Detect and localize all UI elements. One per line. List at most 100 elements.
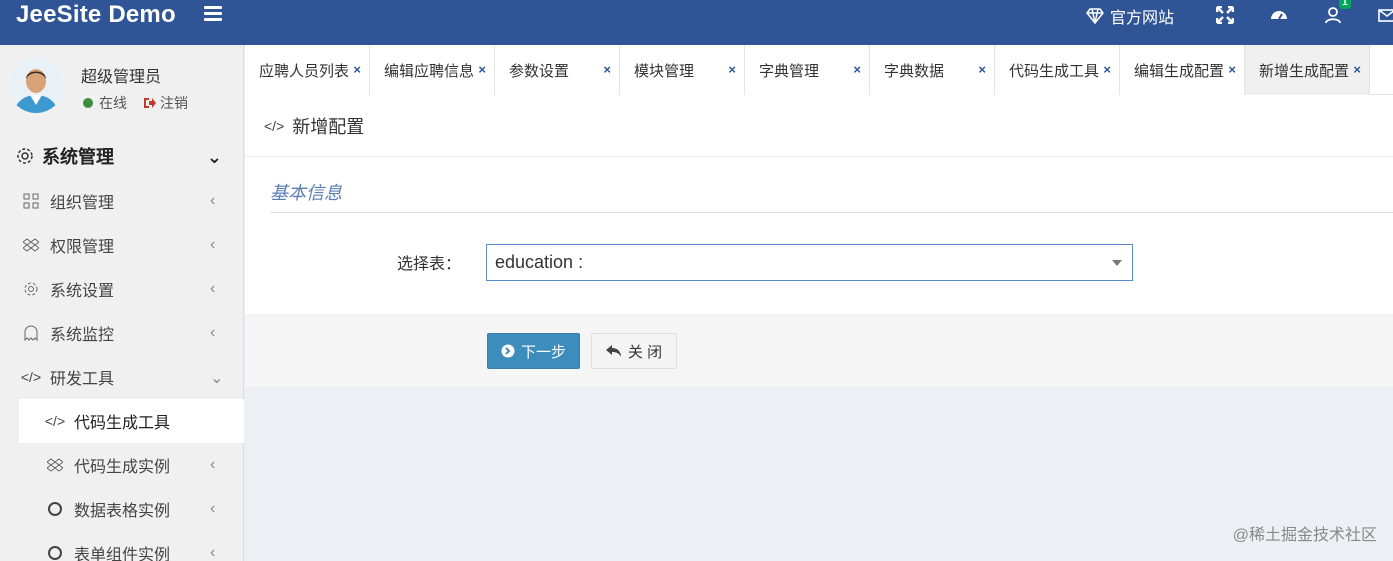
menu-header-system[interactable]: 系统管理 ⌄: [0, 133, 244, 179]
sidebar-item-monitor[interactable]: 系统监控 ‹: [0, 311, 244, 355]
page-title: 新增配置: [292, 116, 365, 137]
tab-label: 模块管理: [634, 62, 695, 80]
section-divider: [270, 212, 1393, 213]
table-select[interactable]: education :: [486, 244, 1133, 281]
chevron-left-icon: ‹: [210, 456, 216, 473]
app-brand[interactable]: JeeSite Demo: [16, 0, 176, 30]
chevron-left-icon: ‹: [210, 280, 216, 297]
sidebar-item-form-example[interactable]: 表单组件实例 ‹: [0, 531, 244, 561]
sidebar: 超级管理员 在线 注销 系统管理 ⌄ 组织管理 ‹ 权限管理 ‹ 系统设置 ‹ …: [0, 45, 244, 561]
tab-applicant-list[interactable]: 应聘人员列表 ×: [245, 45, 370, 95]
logout-label: 注销: [160, 95, 188, 111]
dropbox-icon: [46, 456, 64, 474]
chevron-left-icon: ‹: [210, 192, 216, 209]
caret-down-icon: [1112, 260, 1122, 266]
tab-label: 编辑生成配置: [1134, 62, 1225, 80]
close-icon[interactable]: ×: [1228, 62, 1236, 77]
form-actions: [245, 314, 1393, 387]
sidebar-item-label: 表单组件实例: [74, 547, 171, 561]
menu-header-label: 系统管理: [42, 147, 114, 167]
sign-out-icon: [144, 98, 156, 108]
close-icon[interactable]: ×: [978, 62, 986, 77]
sidebar-item-devtools[interactable]: </> 研发工具 ⌄: [0, 355, 244, 399]
close-icon[interactable]: ×: [353, 62, 361, 77]
logout-link[interactable]: 注销: [143, 93, 188, 113]
close-button[interactable]: 关 闭: [591, 333, 677, 369]
chevron-left-icon: ‹: [210, 236, 216, 253]
official-site-link[interactable]: 官方网站: [1086, 4, 1174, 28]
sidebar-item-label: 组织管理: [50, 195, 115, 212]
official-site-label: 官方网站: [1110, 10, 1175, 27]
user-name: 超级管理员: [81, 69, 162, 86]
tab-param-settings[interactable]: 参数设置 ×: [495, 45, 620, 95]
close-icon[interactable]: ×: [728, 62, 736, 77]
sidebar-item-label: 系统设置: [50, 283, 115, 300]
sidebar-item-label: 代码生成实例: [74, 459, 171, 476]
tab-module-manage[interactable]: 模块管理 ×: [620, 45, 745, 95]
sidebar-item-org[interactable]: 组织管理 ‹: [0, 179, 244, 223]
avatar[interactable]: [8, 57, 64, 113]
user-status: 在线 注销: [83, 93, 188, 113]
circle-icon: [46, 500, 64, 518]
box-header: </> 新增配置: [245, 95, 1393, 157]
tab-label: 字典数据: [884, 62, 945, 80]
sidebar-item-codegen-example[interactable]: 代码生成实例 ‹: [0, 443, 244, 487]
table-select-label: 选择表：: [397, 256, 462, 273]
sidebar-item-label: 权限管理: [50, 239, 115, 256]
user-avatar-icon: [8, 57, 64, 113]
chevron-left-icon: ‹: [210, 500, 216, 517]
tab-label: 字典管理: [759, 62, 820, 80]
tab-label: 编辑应聘信息: [384, 62, 475, 80]
reply-icon: [605, 345, 621, 357]
sidebar-item-permission[interactable]: 权限管理 ‹: [0, 223, 244, 267]
status-text: 在线: [99, 95, 127, 111]
sidebar-item-datatable-example[interactable]: 数据表格实例 ‹: [0, 487, 244, 531]
sidebar-menu: 系统管理 ⌄ 组织管理 ‹ 权限管理 ‹ 系统设置 ‹ 系统监控 ‹ </> 研…: [0, 133, 244, 561]
gear-icon: [22, 280, 40, 298]
close-icon[interactable]: ×: [1353, 62, 1361, 77]
chevron-left-icon: ‹: [210, 324, 216, 341]
section-title: 基本信息: [270, 183, 342, 203]
next-step-button[interactable]: 下一步: [487, 333, 580, 369]
tab-bar: 应聘人员列表 × 编辑应聘信息 × 参数设置 × 模块管理 × 字典管理 × 字典数据 × …: [245, 45, 1393, 95]
ghost-icon: [22, 324, 40, 342]
sidebar-item-label: 研发工具: [50, 371, 115, 388]
close-label: 关 闭: [627, 343, 663, 361]
dashboard-icon[interactable]: [1270, 6, 1288, 24]
tab-codegen-tool[interactable]: 代码生成工具 ×: [995, 45, 1120, 95]
grid-icon: [22, 192, 40, 210]
main-content: </> 新增配置 基本信息 选择表： education : 下一步 关 闭: [245, 95, 1393, 561]
diamond-icon: [1086, 8, 1104, 24]
code-icon: </>: [264, 117, 285, 134]
table-select-value: education :: [495, 252, 584, 272]
close-icon[interactable]: ×: [853, 62, 861, 77]
close-icon[interactable]: ×: [603, 62, 611, 77]
watermark: @稀土掘金技术社区: [1232, 527, 1377, 544]
chevron-left-icon: ‹: [210, 544, 216, 561]
gear-icon: [17, 148, 33, 164]
close-icon[interactable]: ×: [1103, 62, 1111, 77]
sidebar-item-label: 代码生成工具: [74, 415, 171, 432]
sidebar-item-settings[interactable]: 系统设置 ‹: [0, 267, 244, 311]
arrow-circle-right-icon: [501, 344, 515, 358]
tab-edit-applicant[interactable]: 编辑应聘信息 ×: [370, 45, 495, 95]
fullscreen-icon[interactable]: [1216, 6, 1234, 24]
user-notification-icon[interactable]: [1324, 6, 1342, 24]
tab-label: 参数设置: [509, 62, 570, 80]
tab-label: 应聘人员列表: [259, 62, 350, 80]
chevron-down-icon: ⌄: [206, 147, 222, 167]
tab-new-gen-config[interactable]: 新增生成配置 ×: [1245, 45, 1370, 95]
close-icon[interactable]: ×: [478, 62, 486, 77]
tab-label: 代码生成工具: [1009, 62, 1100, 80]
next-step-label: 下一步: [520, 343, 566, 361]
code-icon: </>: [20, 369, 42, 385]
mail-icon[interactable]: [1378, 6, 1393, 24]
menu-toggle-icon[interactable]: [204, 6, 222, 22]
sidebar-item-codegen[interactable]: </> 代码生成工具: [19, 399, 244, 443]
sidebar-item-label: 系统监控: [50, 327, 115, 344]
dropbox-icon: [22, 236, 40, 254]
tab-dict-manage[interactable]: 字典管理 ×: [745, 45, 870, 95]
tab-edit-gen-config[interactable]: 编辑生成配置 ×: [1120, 45, 1245, 95]
user-panel: 超级管理员 在线 注销: [0, 45, 244, 125]
tab-dict-data[interactable]: 字典数据 ×: [870, 45, 995, 95]
